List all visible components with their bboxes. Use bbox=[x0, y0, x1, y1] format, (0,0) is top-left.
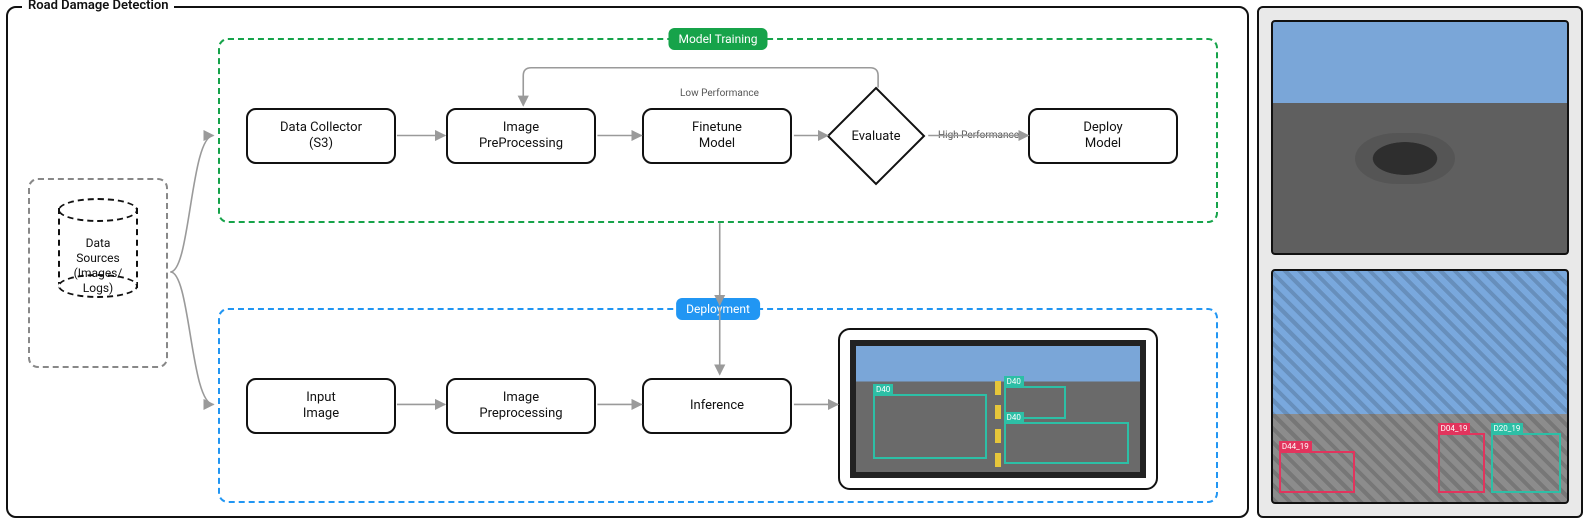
node-preproc-deploy-line2: Preprocessing bbox=[479, 406, 562, 422]
node-evaluate: Evaluate bbox=[826, 86, 926, 186]
node-finetune-line2: Model bbox=[692, 136, 742, 152]
node-preproc-deploy-line1: Image bbox=[479, 390, 562, 406]
data-sources-label: Data Sources (Images/ Logs) bbox=[30, 236, 166, 296]
node-input-image-line1: Input bbox=[303, 390, 339, 406]
node-evaluate-label: Evaluate bbox=[826, 86, 926, 186]
data-sources-line4: Logs) bbox=[83, 281, 113, 295]
node-data-collector: Data Collector (S3) bbox=[246, 108, 396, 164]
node-deploy-line1: Deploy bbox=[1083, 120, 1122, 136]
node-inference: Inference bbox=[642, 378, 792, 434]
bbox-label: D20_19 bbox=[1491, 423, 1524, 435]
node-input-image: Input Image bbox=[246, 378, 396, 434]
sample-image-bottom: D44_19 D04_19 D20_19 bbox=[1271, 269, 1569, 504]
node-image-preprocessing-train: Image PreProcessing bbox=[446, 108, 596, 164]
node-data-collector-line1: Data Collector bbox=[280, 120, 362, 136]
bbox-label: D04_19 bbox=[1438, 423, 1471, 435]
edge-label-low-performance: Low Performance bbox=[678, 88, 761, 99]
node-input-image-line2: Image bbox=[303, 406, 339, 422]
group-label-deployment: Deployment bbox=[676, 298, 760, 320]
edge-label-high-performance: High Performance bbox=[936, 130, 1021, 141]
node-data-collector-line2: (S3) bbox=[280, 136, 362, 152]
output-image-card: D40 D40 D40 bbox=[838, 328, 1158, 490]
node-deploy-line2: Model bbox=[1083, 136, 1122, 152]
main-diagram-title: Road Damage Detection bbox=[22, 0, 174, 13]
node-image-preprocessing-deploy: Image Preprocessing bbox=[446, 378, 596, 434]
node-preproc-train-line2: PreProcessing bbox=[479, 136, 563, 152]
data-sources-line2: Sources bbox=[76, 251, 119, 265]
bbox-label: D44_19 bbox=[1279, 441, 1312, 453]
diagram-root: Road Damage Detection Data Sources (Imag… bbox=[0, 0, 1589, 526]
side-image-panel: D44_19 D04_19 D20_19 bbox=[1257, 6, 1583, 518]
output-image: D40 D40 D40 bbox=[850, 340, 1146, 478]
node-finetune-model: Finetune Model bbox=[642, 108, 792, 164]
group-data-sources: Data Sources (Images/ Logs) bbox=[28, 178, 168, 368]
node-preproc-train-line1: Image bbox=[479, 120, 563, 136]
group-label-training: Model Training bbox=[668, 28, 767, 50]
data-sources-line3: (Images/ bbox=[74, 266, 123, 280]
node-deploy-model: Deploy Model bbox=[1028, 108, 1178, 164]
main-diagram-frame: Road Damage Detection Data Sources (Imag… bbox=[6, 6, 1249, 518]
node-inference-label: Inference bbox=[690, 398, 744, 414]
data-sources-line1: Data bbox=[86, 236, 111, 250]
sample-image-top bbox=[1271, 20, 1569, 255]
node-finetune-line1: Finetune bbox=[692, 120, 742, 136]
